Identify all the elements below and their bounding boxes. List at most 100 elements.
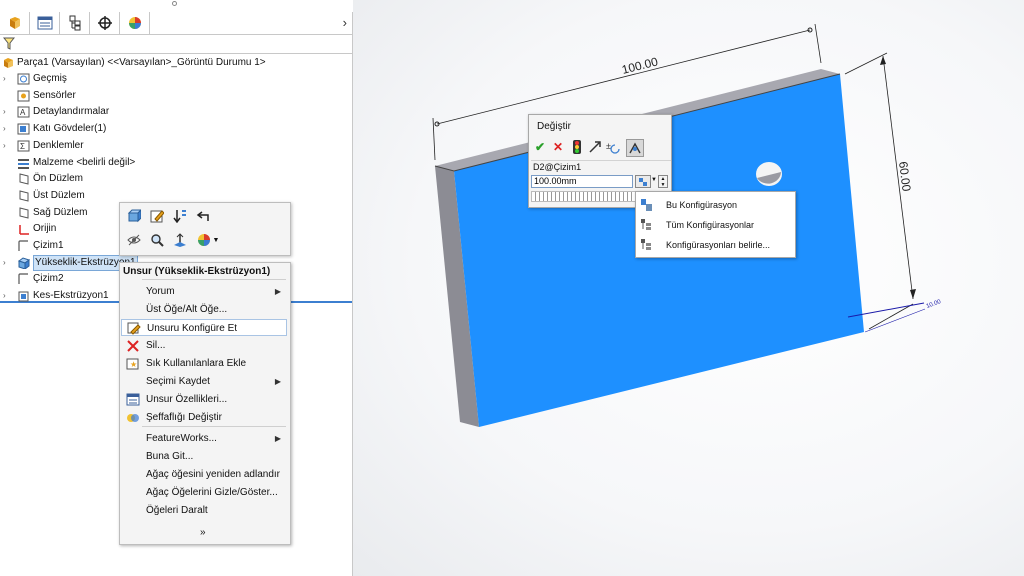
panel-handle[interactable] xyxy=(172,1,177,6)
cancel-button[interactable]: ✕ xyxy=(550,139,566,155)
tree-item-label: Orijin xyxy=(33,223,57,235)
context-menu-item[interactable]: Sil... xyxy=(121,337,287,354)
context-menu-item-label: Sık Kullanılanlara Ekle xyxy=(146,358,247,369)
mark-dimension-button[interactable] xyxy=(626,139,644,157)
menu-item-this-configuration[interactable]: Bu Konfigürasyon xyxy=(636,195,795,215)
tab-feature-manager[interactable] xyxy=(0,12,30,34)
crosshair-icon xyxy=(97,16,112,30)
menu-item-all-configurations[interactable]: Tüm Konfigürasyonlar xyxy=(636,215,795,235)
reverse-arrow-icon xyxy=(589,141,601,153)
menu-item-specify-configurations[interactable]: Konfigürasyonları belirle... xyxy=(636,235,795,255)
cut-extrude-icon xyxy=(18,291,29,302)
tab-configuration-manager[interactable] xyxy=(60,12,90,34)
zoom-to-selection-button[interactable] xyxy=(149,232,165,248)
rebuild-button[interactable] xyxy=(569,139,585,155)
spin-increment-icon: ± xyxy=(606,141,620,154)
menu-separator xyxy=(142,426,286,427)
spin-increment-button[interactable]: ± xyxy=(606,139,622,155)
expand-chevron-icon[interactable]: › xyxy=(3,104,11,120)
filter-bar xyxy=(0,35,353,54)
magnifier-icon xyxy=(151,234,164,247)
context-toolbar: ▼ xyxy=(119,202,291,256)
tree-item[interactable]: Malzeme <belirli değil> xyxy=(0,155,353,171)
tree-item[interactable]: › Katı Gövdeler(1) xyxy=(0,121,353,137)
tree-item[interactable]: › Geçmiş xyxy=(0,71,353,87)
context-menu-item[interactable]: Ağaç Öğelerini Gizle/Göster... xyxy=(121,484,287,501)
context-menu-item-label: Ağaç öğesini yeniden adlandır xyxy=(146,469,280,480)
appearance-button[interactable]: ▼ xyxy=(195,232,221,248)
context-menu-item-label: Ağaç Öğelerini Gizle/Göster... xyxy=(146,487,278,498)
tree-item-label: Sensörler xyxy=(33,89,76,101)
spin-button[interactable]: ▲ ▼ xyxy=(658,175,668,188)
svg-text:★: ★ xyxy=(130,360,137,369)
context-menu-item-label: Öğeleri Daralt xyxy=(146,505,208,516)
dim-text-width[interactable]: 100.00 xyxy=(620,54,659,77)
delete-icon xyxy=(127,340,139,352)
all-configurations-icon xyxy=(641,219,651,230)
context-menu-item[interactable]: Unsuru Konfigüre Et xyxy=(121,319,287,336)
dim-arrow xyxy=(880,56,886,65)
filter-icon[interactable] xyxy=(3,37,15,50)
submenu-arrow-icon: ▶ xyxy=(274,377,281,386)
context-menu-item[interactable]: Seçimi Kaydet ▶ xyxy=(121,373,287,390)
context-menu-item[interactable]: Öğeleri Daralt xyxy=(121,502,287,519)
expand-chevron-icon[interactable]: › xyxy=(3,121,11,137)
return-arrow-icon xyxy=(196,211,209,221)
thumbwheel-slider[interactable] xyxy=(531,191,638,202)
dim-text-height[interactable]: 60.00 xyxy=(896,161,914,193)
dim-text-depth[interactable]: 10.00 xyxy=(926,299,943,310)
tree-item[interactable]: Sensörler xyxy=(0,88,353,104)
context-menu-item[interactable]: FeatureWorks... ▶ xyxy=(121,430,287,447)
hide-eye-icon xyxy=(127,234,141,246)
ok-button[interactable]: ✔ xyxy=(532,139,548,155)
rollback-button[interactable] xyxy=(172,208,188,224)
feature-manager-icon xyxy=(9,17,20,29)
normal-to-button[interactable] xyxy=(172,232,188,248)
expand-menu-chevron-icon[interactable]: » xyxy=(200,527,206,538)
reverse-sense-button[interactable] xyxy=(587,139,603,155)
dropdown-arrow-icon[interactable]: ▼ xyxy=(651,177,657,183)
edit-feature-button[interactable] xyxy=(126,208,142,224)
context-menu-item[interactable]: Unsur Özellikleri... xyxy=(121,391,287,408)
plane-icon xyxy=(19,206,29,219)
menu-item-label: Tüm Konfigürasyonlar xyxy=(666,220,755,230)
traffic-light-icon xyxy=(573,140,581,154)
plane-icon xyxy=(19,190,29,202)
context-menu-item[interactable]: ★ Sık Kullanılanlara Ekle xyxy=(121,355,287,372)
configuration-manager-icon xyxy=(69,15,80,31)
menu-item-label: Bu Konfigürasyon xyxy=(666,200,738,210)
undo-button[interactable] xyxy=(195,208,211,224)
context-menu-item[interactable]: Ağaç öğesini yeniden adlandır xyxy=(121,466,287,483)
tab-dimxpert-manager[interactable] xyxy=(90,12,120,34)
tree-item[interactable]: Ön Düzlem xyxy=(0,171,353,187)
equation-icon: Σ xyxy=(17,140,30,152)
expand-chevron-icon[interactable]: › xyxy=(3,138,11,154)
edit-sketch-button[interactable] xyxy=(149,208,165,224)
expand-chevron-icon[interactable]: › xyxy=(3,255,11,271)
expand-chevron-icon[interactable]: › xyxy=(3,71,11,87)
svg-text:±: ± xyxy=(606,141,611,151)
context-menu-item-label: FeatureWorks... xyxy=(146,433,217,444)
checkmark-icon: ✔ xyxy=(534,140,546,154)
chevron-right-icon[interactable]: › xyxy=(343,15,347,30)
context-menu-item[interactable]: Yorum ▶ xyxy=(121,283,287,300)
edit-feature-icon xyxy=(127,209,141,223)
context-menu-item[interactable]: Buna Git... xyxy=(121,448,287,465)
expand-chevron-icon[interactable]: › xyxy=(3,288,11,304)
context-menu-item-label: Seçimi Kaydet xyxy=(146,376,210,387)
context-menu-item[interactable]: Üst Öğe/Alt Öğe... xyxy=(121,301,287,318)
context-menu-item[interactable]: Şeffaflığı Değiştir xyxy=(121,409,287,426)
tree-root[interactable]: Parça1 (Varsayılan) <<Varsayılan>_Görünt… xyxy=(0,55,353,71)
tree-item[interactable]: › A Detaylandırmalar xyxy=(0,104,353,120)
dimension-value-input[interactable] xyxy=(531,175,633,188)
graphics-area[interactable]: 100.00 60.00 10.00 xyxy=(353,0,1024,576)
hide-button[interactable] xyxy=(126,232,142,248)
sensor-icon xyxy=(17,90,30,102)
tab-display-manager[interactable] xyxy=(120,12,150,34)
configuration-dropdown-button[interactable] xyxy=(635,175,651,188)
feature-properties-icon xyxy=(126,393,140,406)
tree-item-label: Denklemler xyxy=(33,139,84,151)
tab-property-manager[interactable] xyxy=(30,12,60,34)
configuration-icon xyxy=(639,177,647,186)
tree-item[interactable]: › Σ Denklemler xyxy=(0,138,353,154)
